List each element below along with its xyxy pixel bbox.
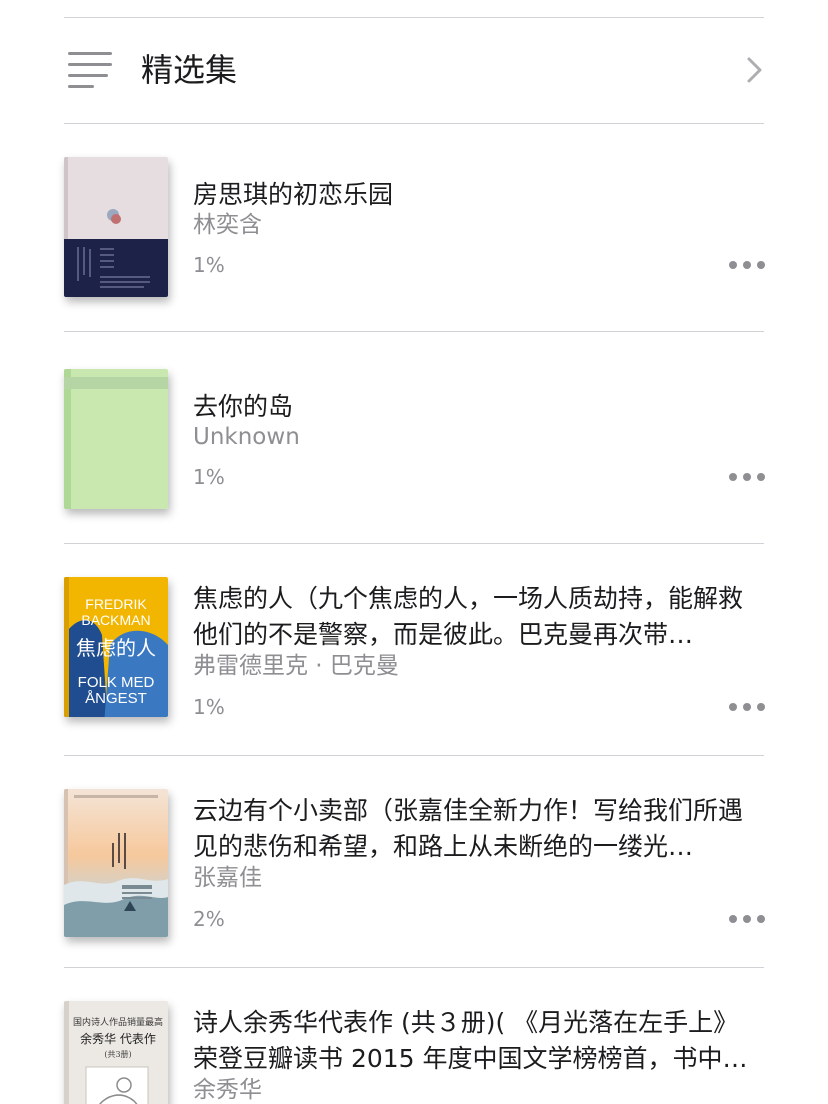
- more-icon[interactable]: [729, 259, 765, 271]
- book-row[interactable]: 国内诗人作品销量最高 余秀华 代表作 (共3册) 诗人余秀华代表作 (共３册)(…: [0, 967, 828, 1104]
- book-author: 张嘉佳: [193, 865, 262, 891]
- book-title: 去你的岛: [193, 392, 294, 421]
- book-title: 云边有个小卖部（张嘉佳全新力作！写给我们所遇见的悲伤和希望，和路上从未断绝的一缕…: [193, 796, 744, 861]
- book-row[interactable]: FREDRIK BACKMAN 焦虑的人 FOLK MED ÅNGEST 焦虑的…: [0, 543, 828, 754]
- row-divider: [64, 331, 764, 332]
- list-icon: [68, 52, 112, 90]
- more-icon[interactable]: [729, 701, 765, 713]
- collection-title: 精选集: [141, 51, 238, 89]
- collection-header[interactable]: 精选集: [0, 18, 828, 123]
- cover-text: (共3册): [104, 1050, 131, 1059]
- book-cover[interactable]: FREDRIK BACKMAN 焦虑的人 FOLK MED ÅNGEST: [64, 577, 168, 717]
- book-progress: 1%: [193, 253, 225, 277]
- cover-text: 焦虑的人: [76, 636, 156, 660]
- book-author: 弗雷德里克 · 巴克曼: [193, 653, 399, 679]
- cover-text: ÅNGEST: [85, 690, 147, 707]
- book-cover[interactable]: 国内诗人作品销量最高 余秀华 代表作 (共3册): [64, 1001, 168, 1104]
- book-progress: 1%: [193, 695, 225, 719]
- cover-text: 国内诗人作品销量最高: [73, 1016, 163, 1028]
- book-row[interactable]: 云边有个小卖部（张嘉佳全新力作！写给我们所遇见的悲伤和希望，和路上从未断绝的一缕…: [0, 755, 828, 966]
- more-icon[interactable]: [729, 471, 765, 483]
- cover-text: FOLK MED: [78, 674, 155, 691]
- book-progress: 2%: [193, 907, 225, 931]
- book-title: 诗人余秀华代表作 (共３册)( 《月光落在左手上》荣登豆瓣读书 2015 年度中…: [193, 1008, 748, 1073]
- book-author: 余秀华: [193, 1077, 262, 1103]
- cover-text: BACKMAN: [81, 612, 150, 628]
- book-author: Unknown: [193, 424, 300, 450]
- cover-text: 余秀华 代表作: [80, 1031, 156, 1046]
- book-cover[interactable]: [64, 789, 168, 937]
- book-author: 林奕含: [193, 212, 262, 238]
- cover-text: FREDRIK: [85, 596, 147, 612]
- book-title: 房思琪的初恋乐园: [193, 180, 394, 209]
- book-cover[interactable]: [64, 369, 168, 509]
- more-icon[interactable]: [729, 913, 765, 925]
- book-row[interactable]: 房思琪的初恋乐园 林奕含 1%: [0, 123, 828, 334]
- book-cover[interactable]: [64, 157, 168, 297]
- book-title: 焦虑的人（九个焦虑的人，一场人质劫持，能解救他们的不是警察，而是彼此。巴克曼再次…: [193, 584, 744, 649]
- chevron-right-icon[interactable]: [740, 56, 768, 84]
- book-progress: 1%: [193, 465, 225, 489]
- book-row[interactable]: 去你的岛 Unknown 1%: [0, 335, 828, 546]
